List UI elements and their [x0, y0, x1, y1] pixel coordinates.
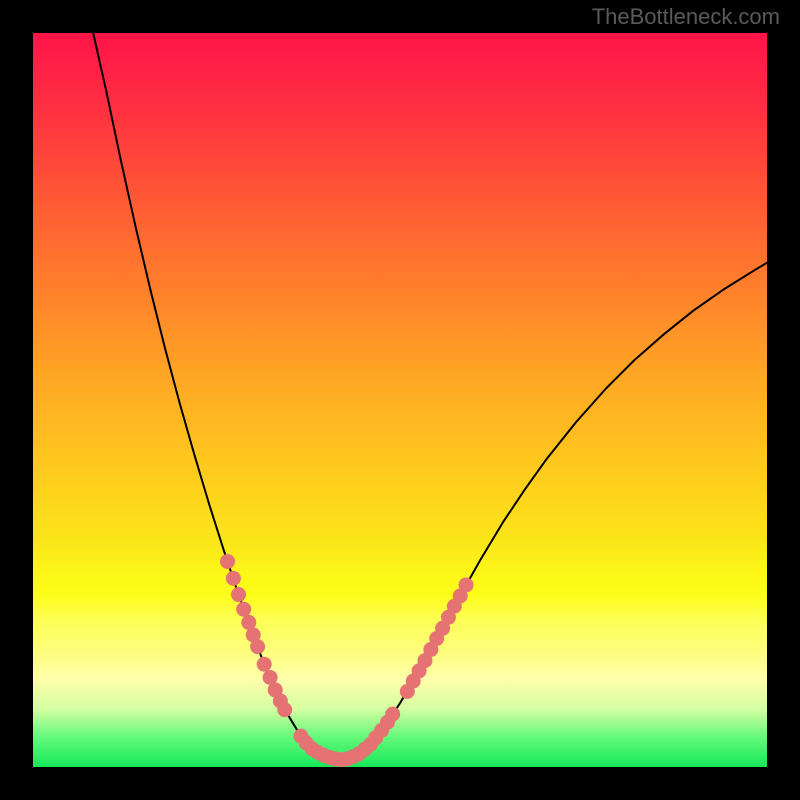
chart-plot-area [33, 33, 767, 767]
watermark-text: TheBottleneck.com [592, 4, 780, 30]
highlight-point [257, 657, 272, 672]
highlight-point [277, 702, 292, 717]
highlight-point [459, 577, 474, 592]
highlight-point [250, 639, 265, 654]
highlight-point [236, 602, 251, 617]
chart-svg-overlay [33, 33, 767, 767]
highlighted-points-group [220, 554, 474, 767]
highlight-point [385, 707, 400, 722]
highlight-point [226, 571, 241, 586]
highlight-point [220, 554, 235, 569]
highlight-point [231, 587, 246, 602]
